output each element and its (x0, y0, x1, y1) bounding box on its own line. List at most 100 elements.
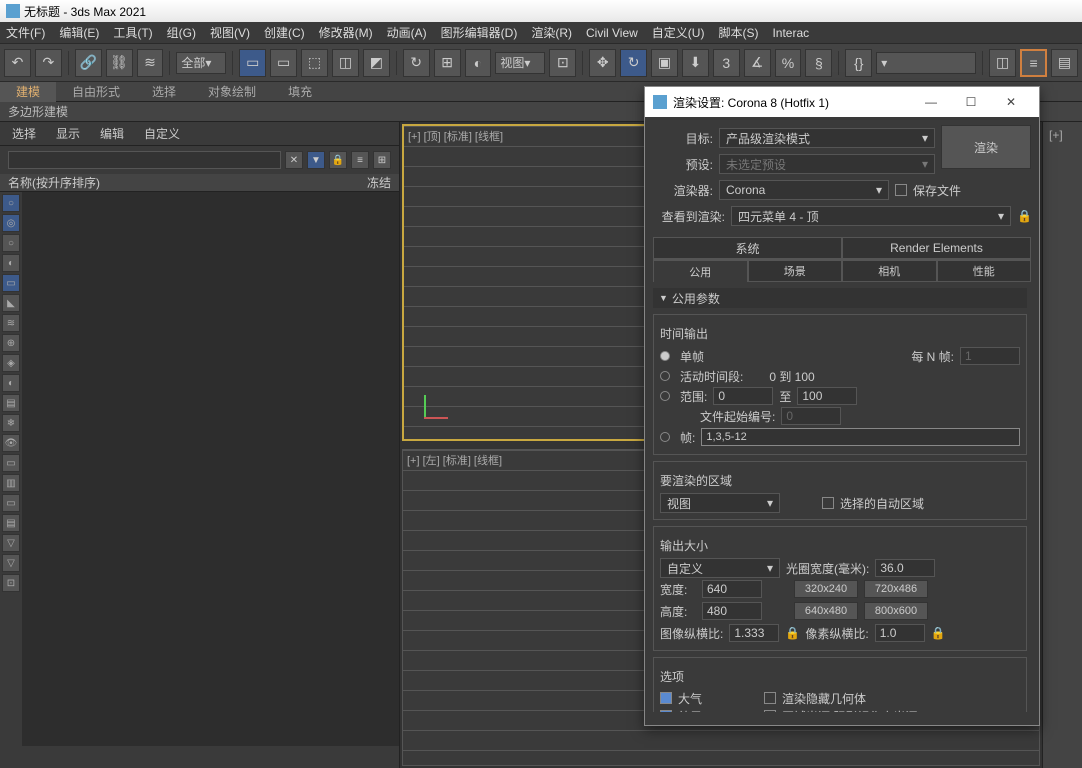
filter-b-icon[interactable]: ▭ (2, 494, 20, 512)
menu-script[interactable]: 脚本(S) (718, 24, 758, 41)
img-lock-icon[interactable]: 🔒 (785, 626, 799, 640)
filter-containers-icon[interactable]: ▤ (2, 394, 20, 412)
mirror-button[interactable]: ◫ (989, 49, 1016, 77)
file-start-spin[interactable]: 0 (781, 407, 841, 425)
ribbon-tab-selection[interactable]: 选择 (136, 82, 192, 102)
filter-select[interactable]: 全部 ▾ (176, 52, 226, 74)
viewport-plus-label[interactable]: [+] (1043, 122, 1082, 148)
width-spin[interactable]: 640 (702, 580, 762, 598)
menu-tools[interactable]: 工具(T) (113, 24, 152, 41)
select-button[interactable]: ▭ (239, 49, 266, 77)
preset-800[interactable]: 800x600 (864, 602, 928, 620)
height-spin[interactable]: 480 (702, 602, 762, 620)
filter-geometry-icon[interactable]: ◎ (2, 214, 20, 232)
scene-tab-display[interactable]: 显示 (56, 125, 80, 142)
menu-graph[interactable]: 图形编辑器(D) (441, 24, 518, 41)
select-name-button[interactable]: ▭ (270, 49, 297, 77)
undo-button[interactable]: ↶ (4, 49, 31, 77)
target-select[interactable]: 产品级渲染模式▾ (719, 128, 935, 148)
filter-f-icon[interactable]: ⊡ (2, 574, 20, 592)
scene-tab-custom[interactable]: 自定义 (144, 125, 180, 142)
search-input[interactable] (8, 151, 281, 169)
filter-none-icon[interactable]: ▭ (2, 454, 20, 472)
flyout-button[interactable]: ⊞ (434, 49, 461, 77)
options-icon[interactable]: ⊞ (373, 151, 391, 169)
menu-render[interactable]: 渲染(R) (531, 24, 572, 41)
single-radio[interactable] (660, 351, 670, 361)
filter-xrefs-icon[interactable]: ◈ (2, 354, 20, 372)
clear-icon[interactable]: ✕ (285, 151, 303, 169)
filter-frozen-icon[interactable]: ❄ (2, 414, 20, 432)
filter-hidden-icon[interactable]: 👁 (2, 434, 20, 452)
preset-select[interactable]: 未选定预设▾ (719, 154, 935, 174)
savefile-check[interactable] (895, 184, 907, 196)
range-to-spin[interactable]: 100 (797, 387, 857, 405)
range-from-spin[interactable]: 0 (713, 387, 773, 405)
minimize-button[interactable]: — (911, 88, 951, 116)
menu-group[interactable]: 组(G) (167, 24, 196, 41)
menu-create[interactable]: 创建(C) (264, 24, 305, 41)
lasso-button[interactable]: ◐ (465, 49, 492, 77)
dialog-titlebar[interactable]: 渲染设置: Corona 8 (Hotfix 1) — ☐ ✕ (645, 87, 1039, 117)
filter-groups-icon[interactable]: ⊕ (2, 334, 20, 352)
ribbon-tab-populate[interactable]: 填充 (272, 82, 328, 102)
col-freeze-header[interactable]: 冻结 (367, 174, 391, 191)
img-aspect-spin[interactable]: 1.333 (729, 624, 779, 642)
select-window-button[interactable]: ◫ (332, 49, 359, 77)
close-button[interactable]: ✕ (991, 88, 1031, 116)
range-radio[interactable] (660, 391, 670, 401)
tab-render-elements[interactable]: Render Elements (842, 237, 1031, 259)
center-button[interactable]: ⊡ (549, 49, 576, 77)
preset-640[interactable]: 640x480 (794, 602, 858, 620)
layer-button[interactable]: ▤ (1051, 49, 1078, 77)
viewto-select[interactable]: 四元菜单 4 - 顶▾ (731, 206, 1011, 226)
maximize-button[interactable]: ☐ (951, 88, 991, 116)
snap-button[interactable]: 3 (713, 49, 740, 77)
scene-list[interactable] (22, 192, 399, 746)
filter-a-icon[interactable]: ▥ (2, 474, 20, 492)
aperture-spin[interactable]: 36.0 (875, 559, 935, 577)
filter-cameras-icon[interactable]: ▭ (2, 274, 20, 292)
viewport-top-label[interactable]: [+] [顶] [标准] [线框] (408, 128, 503, 144)
axis-gizmo[interactable] (424, 389, 454, 419)
scene-tab-edit[interactable]: 编辑 (100, 125, 124, 142)
manipulate-button[interactable]: ↻ (403, 49, 430, 77)
col-name-header[interactable]: 名称(按升序排序) (8, 174, 100, 191)
pix-lock-icon[interactable]: 🔒 (931, 626, 945, 640)
bind-button[interactable]: ≋ (137, 49, 164, 77)
filter-all-icon[interactable]: ○ (2, 194, 20, 212)
frames-radio[interactable] (660, 432, 670, 442)
menu-file[interactable]: 文件(F) (6, 24, 45, 41)
area-light-check[interactable] (764, 710, 776, 712)
percent-snap-button[interactable]: % (775, 49, 802, 77)
menu-animation[interactable]: 动画(A) (387, 24, 427, 41)
named-sel-select[interactable]: ▾ (876, 52, 976, 74)
preset-720[interactable]: 720x486 (864, 580, 928, 598)
refcoord-select[interactable]: 视图 ▾ (495, 52, 545, 74)
hidden-check[interactable] (764, 692, 776, 704)
rotate-button[interactable]: ↻ (620, 49, 647, 77)
frames-input[interactable] (701, 428, 1020, 446)
filter-e-icon[interactable]: ▽ (2, 554, 20, 572)
tab-performance[interactable]: 性能 (937, 260, 1032, 282)
tab-camera[interactable]: 相机 (842, 260, 937, 282)
select-rect-button[interactable]: ⬚ (301, 49, 328, 77)
menu-edit[interactable]: 编辑(E) (59, 24, 99, 41)
scene-tab-select[interactable]: 选择 (12, 125, 36, 142)
filter-shapes-icon[interactable]: ○ (2, 234, 20, 252)
named-sel-button[interactable]: {} (845, 49, 872, 77)
angle-snap-button[interactable]: ∡ (744, 49, 771, 77)
select-crossing-button[interactable]: ◩ (363, 49, 390, 77)
menu-interactive[interactable]: Interac (772, 26, 809, 40)
filter-lights-icon[interactable]: ◐ (2, 254, 20, 272)
filter-helpers-icon[interactable]: ◣ (2, 294, 20, 312)
ribbon-tab-paint[interactable]: 对象绘制 (192, 82, 272, 102)
render-button[interactable]: 渲染 (941, 125, 1031, 169)
link-button[interactable]: 🔗 (75, 49, 102, 77)
auto-region-check[interactable] (822, 497, 834, 509)
active-seg-radio[interactable] (660, 371, 670, 381)
viewport-left-label[interactable]: [+] [左] [标准] [线框] (407, 452, 502, 468)
ribbon-tab-freeform[interactable]: 自由形式 (56, 82, 136, 102)
unlink-button[interactable]: ⛓ (106, 49, 133, 77)
output-select[interactable]: 自定义▾ (660, 558, 780, 578)
